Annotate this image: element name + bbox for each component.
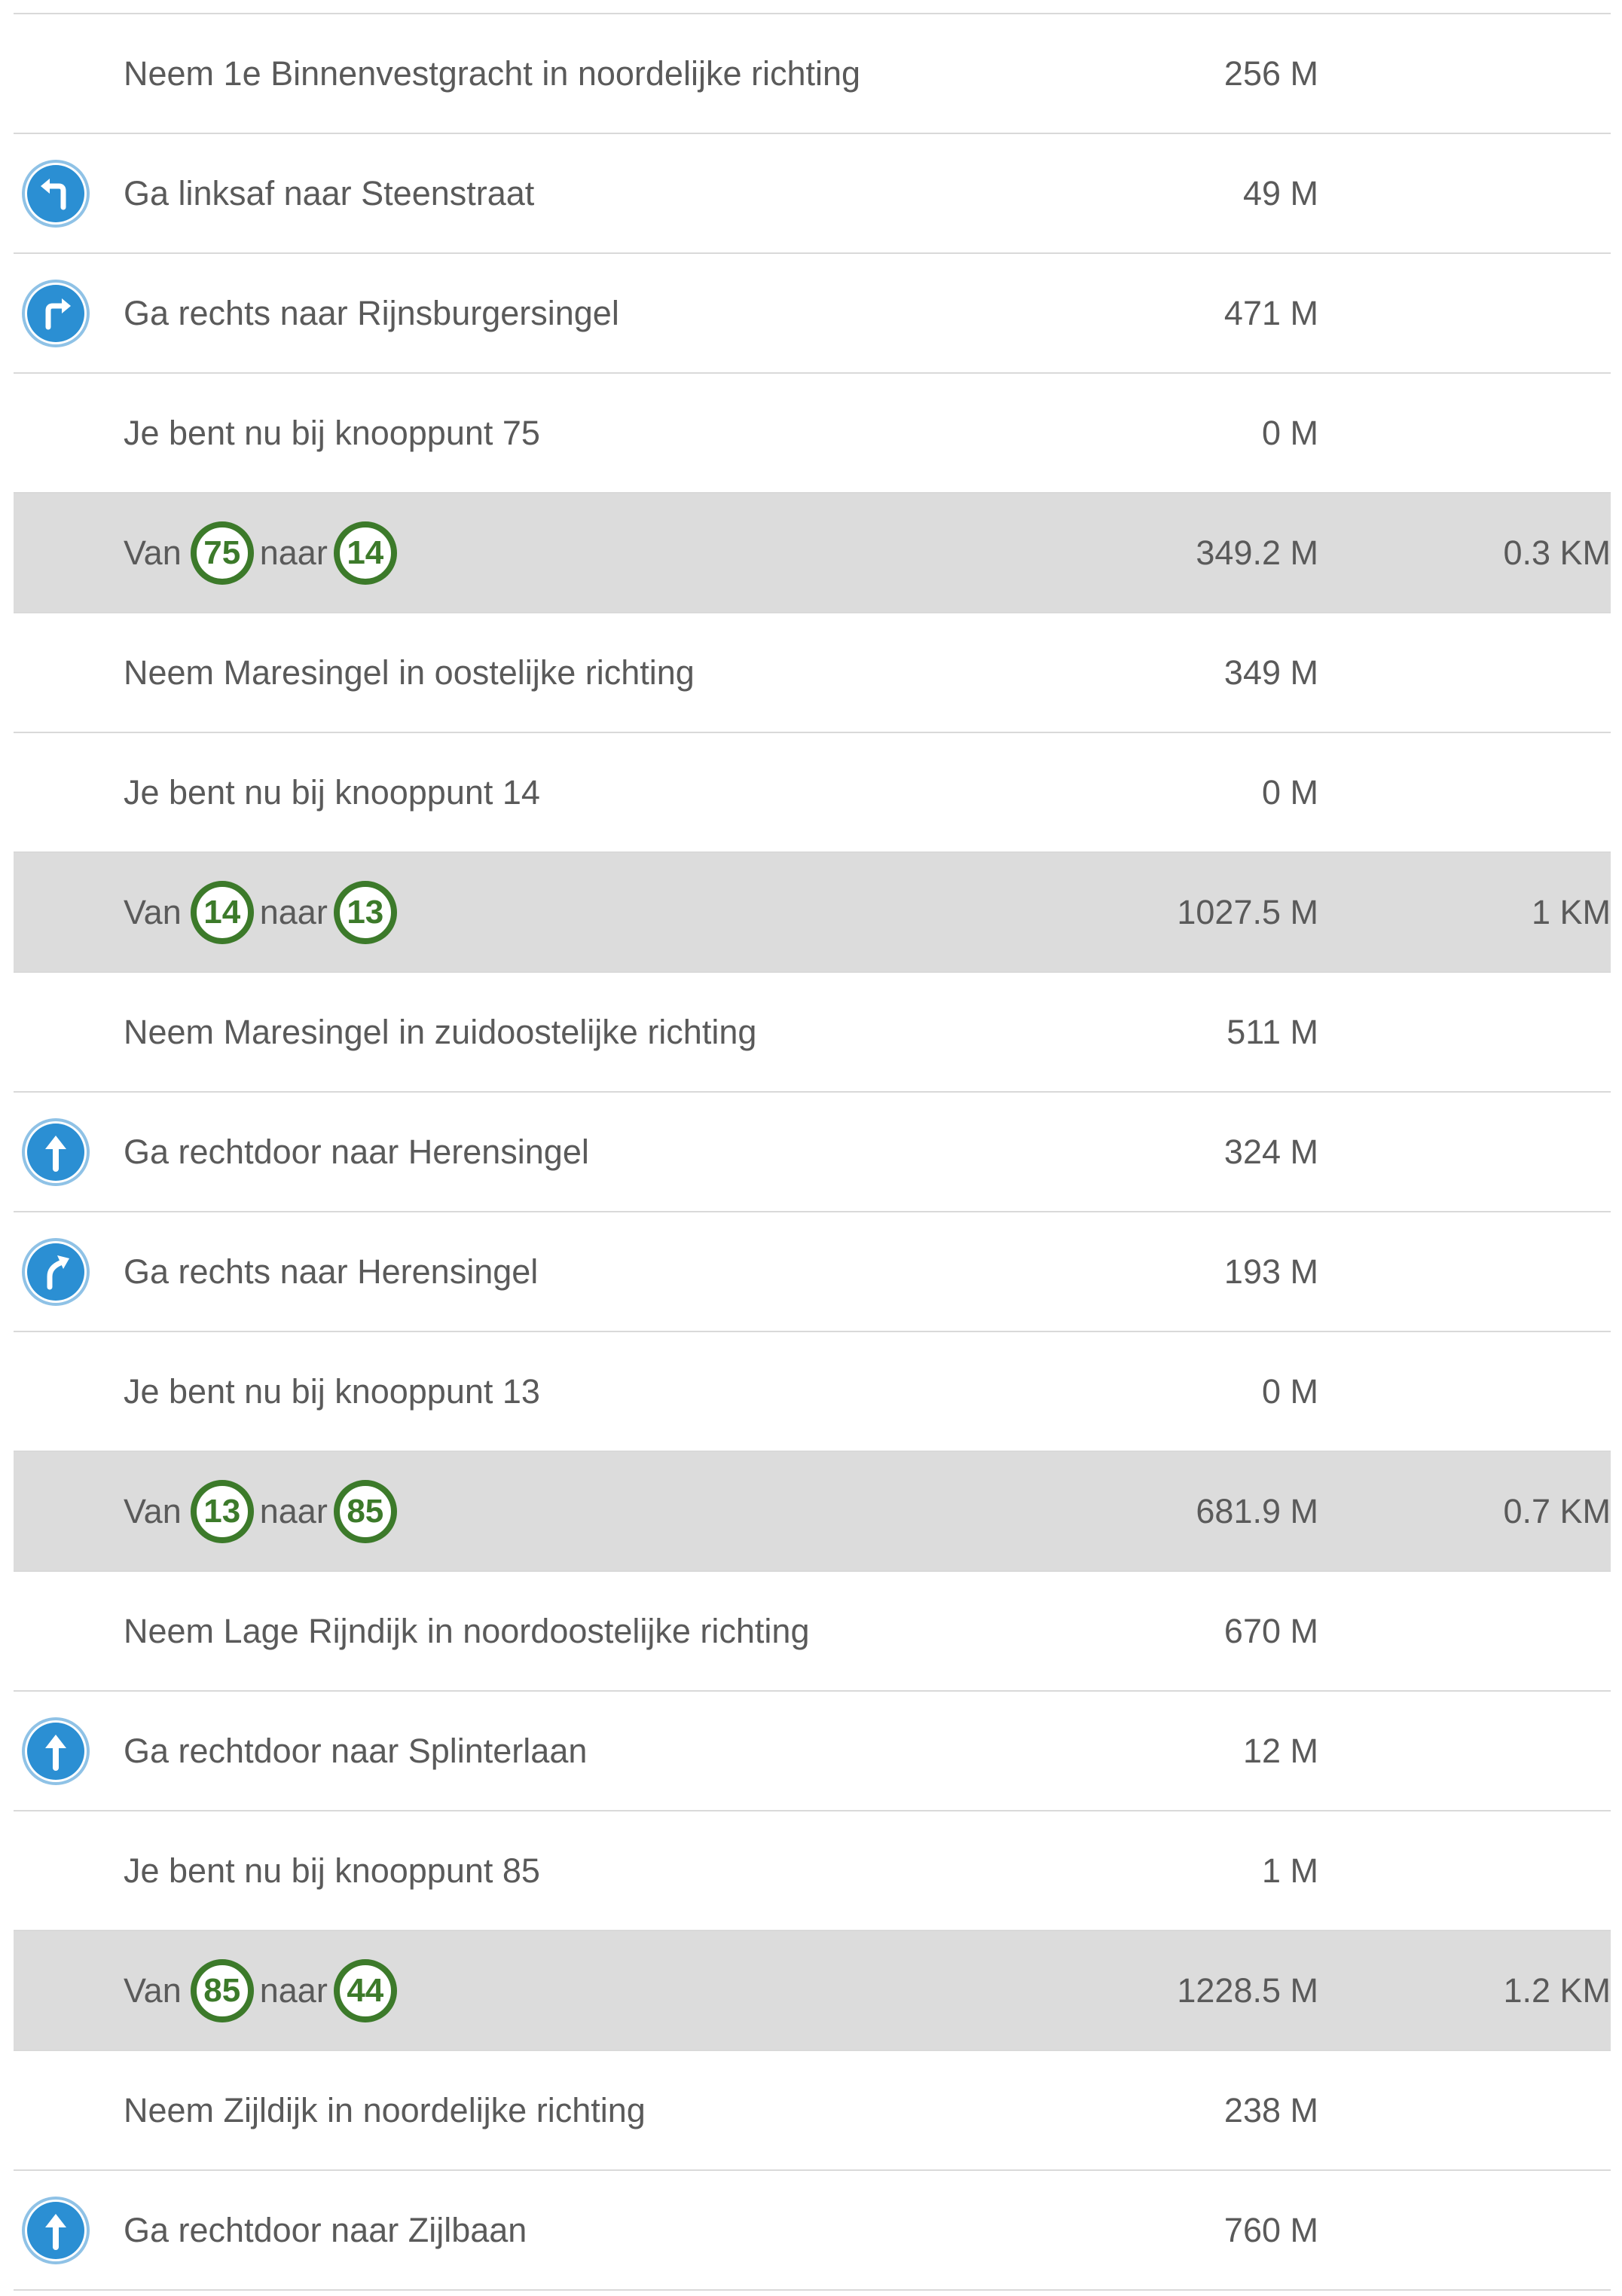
segment-naar-label: naar (259, 533, 328, 572)
segment-van-label: Van (124, 1970, 182, 2010)
direction-step-row: Ga rechts naar Rijnsburgersingel 471 M (14, 254, 1611, 374)
segment-naar-label: naar (259, 1491, 328, 1530)
segment-van-label: Van (124, 1491, 182, 1530)
step-distance: 256 M (1223, 54, 1318, 93)
direction-step-row: Neem Zijldijk in noordelijke richting 238… (14, 2051, 1611, 2171)
segment-distance-meters: 1027.5 M (1177, 893, 1318, 931)
segment-naar-label: naar (259, 1970, 328, 2010)
route-segment-row: Van 75 naar 14 349.2 M 0.3 KM (14, 494, 1611, 613)
node-badge-to: 13 (333, 880, 397, 944)
direction-step-row: Ga rechts naar Herensingel 193 M (14, 1212, 1611, 1332)
step-instruction: Je bent nu bij knooppunt 13 (124, 1372, 540, 1411)
node-badge-from: 14 (190, 880, 254, 944)
direction-step-row: Je bent nu bij knooppunt 75 0 M (14, 374, 1611, 494)
straight-arrow-icon (27, 1124, 84, 1181)
segment-distance-meters: 681.9 M (1196, 1492, 1318, 1530)
step-distance: 760 M (1223, 2211, 1318, 2249)
step-instruction: Je bent nu bij knooppunt 75 (124, 414, 540, 452)
segment-distance-km: 1 KM (1531, 893, 1611, 931)
segment-van-label: Van (124, 533, 182, 572)
step-instruction: Ga linksaf naar Steenstraat (124, 174, 535, 212)
segment-distance-km: 0.3 KM (1503, 533, 1611, 572)
step-instruction: Ga rechtdoor naar Herensingel (124, 1133, 589, 1171)
segment-van-label: Van (124, 892, 182, 931)
direction-step-row: Neem Maresingel in oostelijke richting 34… (14, 613, 1611, 733)
route-directions-list: Neem 1e Binnenvestgracht in noordelijke … (14, 13, 1611, 2291)
direction-step-row: Ga rechtdoor naar Splinterlaan 12 M (14, 1692, 1611, 1811)
step-distance: 511 M (1226, 1013, 1318, 1051)
route-segment-row: Van 14 naar 13 1027.5 M 1 KM (14, 853, 1611, 973)
step-instruction: Neem Zijldijk in noordelijke richting (124, 2091, 646, 2129)
segment-label: Van 75 naar 14 (124, 494, 403, 612)
step-instruction: Ga rechts naar Rijnsburgersingel (124, 294, 619, 332)
segment-distance-km: 1.2 KM (1503, 1971, 1611, 2010)
step-distance: 471 M (1223, 294, 1318, 332)
step-instruction: Ga rechtdoor naar Zijlbaan (124, 2211, 527, 2249)
segment-label: Van 14 naar 13 (124, 853, 403, 971)
bear-right-icon (27, 1243, 84, 1301)
step-instruction: Neem Maresingel in oostelijke richting (124, 653, 695, 692)
direction-step-row: Je bent nu bij knooppunt 13 0 M (14, 1332, 1611, 1452)
step-distance: 324 M (1223, 1133, 1318, 1171)
direction-step-row: Neem Maresingel in zuidoostelijke richti… (14, 973, 1611, 1093)
step-instruction: Ga rechts naar Herensingel (124, 1252, 539, 1291)
step-distance: 0 M (1261, 1372, 1318, 1411)
node-badge-from: 85 (190, 1958, 254, 2022)
step-instruction: Neem Lage Rijndijk in noordoostelijke ri… (124, 1612, 810, 1650)
straight-arrow-icon (27, 1723, 84, 1780)
step-distance: 238 M (1223, 2091, 1318, 2129)
node-badge-to: 44 (333, 1958, 397, 2022)
step-distance: 0 M (1261, 414, 1318, 452)
step-instruction: Ga rechtdoor naar Splinterlaan (124, 1732, 588, 1770)
direction-step-row: Ga rechtdoor naar Herensingel 324 M (14, 1093, 1611, 1212)
direction-step-row: Je bent nu bij knooppunt 85 1 M (14, 1811, 1611, 1931)
node-badge-from: 75 (190, 521, 254, 585)
step-distance: 1 M (1261, 1851, 1318, 1890)
step-distance: 349 M (1223, 653, 1318, 692)
step-instruction: Neem Maresingel in zuidoostelijke richti… (124, 1013, 757, 1051)
turn-left-icon (27, 165, 84, 222)
direction-step-row: Neem 1e Binnenvestgracht in noordelijke … (14, 14, 1611, 134)
segment-naar-label: naar (259, 892, 328, 931)
direction-step-row: Ga linksaf naar Steenstraat 49 M (14, 134, 1611, 254)
step-instruction: Neem 1e Binnenvestgracht in noordelijke … (124, 54, 861, 93)
step-distance: 670 M (1223, 1612, 1318, 1650)
segment-distance-meters: 1228.5 M (1177, 1971, 1318, 2010)
direction-step-row: Neem Lage Rijndijk in noordoostelijke ri… (14, 1572, 1611, 1692)
node-badge-to: 14 (333, 521, 397, 585)
segment-distance-meters: 349.2 M (1196, 533, 1318, 572)
step-distance: 12 M (1242, 1732, 1318, 1770)
step-distance: 49 M (1242, 174, 1318, 212)
turn-right-icon (27, 285, 84, 342)
step-instruction: Je bent nu bij knooppunt 85 (124, 1851, 540, 1890)
node-badge-to: 85 (333, 1479, 397, 1543)
straight-arrow-icon (27, 2202, 84, 2259)
route-segment-row: Van 13 naar 85 681.9 M 0.7 KM (14, 1452, 1611, 1572)
segment-label: Van 85 naar 44 (124, 1931, 403, 2050)
step-instruction: Je bent nu bij knooppunt 14 (124, 773, 540, 812)
node-badge-from: 13 (190, 1479, 254, 1543)
segment-distance-km: 0.7 KM (1503, 1492, 1611, 1530)
step-distance: 0 M (1261, 773, 1318, 812)
direction-step-row: Ga rechtdoor naar Zijlbaan 760 M (14, 2171, 1611, 2291)
step-distance: 193 M (1223, 1252, 1318, 1291)
route-segment-row: Van 85 naar 44 1228.5 M 1.2 KM (14, 1931, 1611, 2051)
direction-step-row: Je bent nu bij knooppunt 14 0 M (14, 733, 1611, 853)
segment-label: Van 13 naar 85 (124, 1452, 403, 1570)
